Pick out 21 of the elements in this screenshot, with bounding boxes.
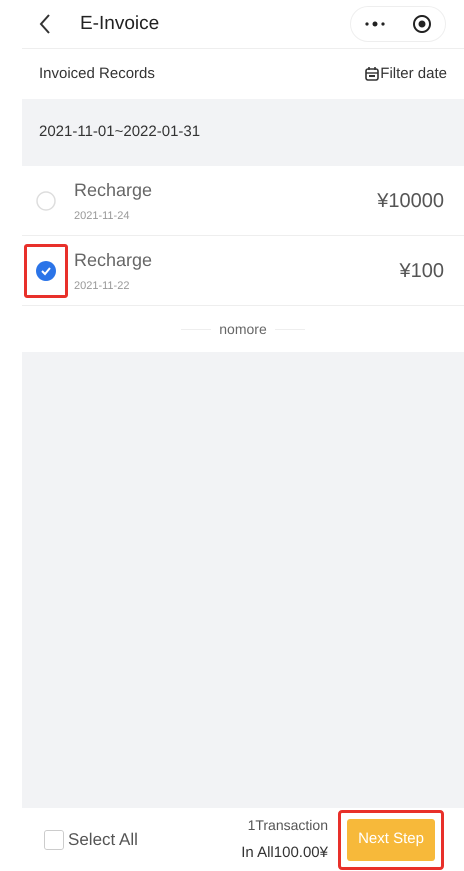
calendar-icon [364,66,380,82]
section-title: Invoiced Records [39,64,155,84]
record-date: 2021-11-24 [74,208,130,224]
record-amount: ¥100 [400,258,444,284]
filter-date-button[interactable]: Filter date [364,62,447,86]
date-range: 2021-11-01~2022-01-31 [39,122,200,142]
record-name: Recharge [74,248,152,272]
record-date: 2021-11-22 [74,278,130,294]
select-all-checkbox[interactable]: Select All [44,826,138,852]
record-name: Recharge [74,178,152,202]
page-title: E-Invoice [80,12,160,36]
record-amount: ¥10000 [377,188,444,214]
checked-radio[interactable] [36,260,56,280]
transaction-count: 1Transaction [248,816,328,835]
record-row[interactable]: Recharge 2021-11-22 ¥100 [22,236,464,306]
no-more-label: nomore [219,320,267,338]
more-icon[interactable] [364,21,386,27]
back-icon[interactable] [38,13,52,35]
radio-button[interactable] [36,190,56,210]
total-amount: In All100.00¥ [241,842,328,863]
record-row[interactable]: Recharge 2021-11-24 ¥10000 [22,166,464,236]
